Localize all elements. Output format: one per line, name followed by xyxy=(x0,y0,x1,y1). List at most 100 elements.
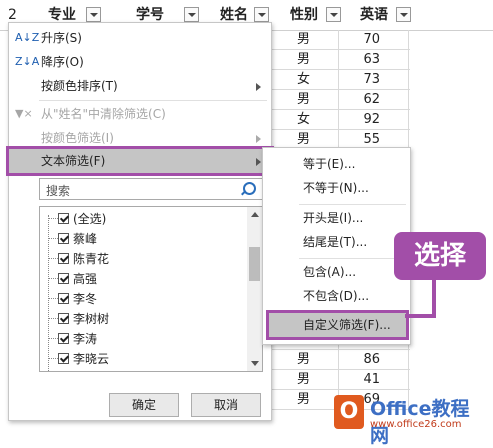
header-english: 英语 xyxy=(360,7,388,23)
watermark: O Office教程网 www.office26.com xyxy=(328,392,488,447)
filter-dropdown-major[interactable] xyxy=(86,7,101,22)
tree-branch xyxy=(48,298,58,299)
filter-dropdown-name[interactable] xyxy=(254,7,269,22)
english-cell[interactable]: 62 xyxy=(339,90,409,109)
clear-filter-label: 从"姓名"中清除筛选(C) xyxy=(41,107,166,121)
ok-button[interactable]: 确定 xyxy=(109,393,179,417)
gender-cell[interactable]: 女 xyxy=(269,70,339,89)
sort-descending-item[interactable]: Z↓A 降序(O) xyxy=(9,50,271,74)
scroll-thumb[interactable] xyxy=(249,247,260,281)
english-cell[interactable]: 41 xyxy=(339,370,409,389)
callout-connector xyxy=(432,280,436,318)
gender-cell[interactable]: 男 xyxy=(269,90,339,109)
tree-branch xyxy=(48,318,58,319)
submenu-arrow-icon xyxy=(256,135,261,143)
menu-separator xyxy=(39,100,267,101)
sort-ascending-item[interactable]: A↓Z 升序(S) xyxy=(9,26,271,50)
table-row: 女 92 xyxy=(269,110,410,130)
watermark-url: www.office26.com xyxy=(370,419,462,430)
sort-by-color-item[interactable]: 按颜色排序(T) xyxy=(9,74,271,98)
submenu-label: 等于(E)... xyxy=(303,157,356,171)
filter-by-color-label: 按颜色筛选(I) xyxy=(41,131,114,145)
submenu-label: 自定义筛选(F)... xyxy=(303,318,391,332)
sort-by-color-label: 按颜色排序(T) xyxy=(41,79,118,93)
scroll-up-icon[interactable] xyxy=(251,212,259,217)
submenu-arrow-icon xyxy=(256,158,261,166)
submenu-separator xyxy=(299,204,406,205)
submenu-item-not-contains[interactable]: 不包含(D)... xyxy=(263,284,410,308)
checkbox[interactable] xyxy=(58,233,69,244)
sort-desc-icon: Z↓A xyxy=(15,55,40,68)
filter-by-color-item: 按颜色筛选(I) xyxy=(9,126,271,150)
gender-cell[interactable]: 女 xyxy=(269,110,339,129)
search-placeholder: 搜索 xyxy=(46,184,71,198)
submenu-item-not-equals[interactable]: 不等于(N)... xyxy=(263,176,410,200)
gender-cell[interactable]: 男 xyxy=(269,370,339,389)
checkbox[interactable] xyxy=(58,273,69,284)
submenu-item-equals[interactable]: 等于(E)... xyxy=(263,152,410,176)
submenu-label: 包含(A)... xyxy=(303,265,357,279)
text-filter-item[interactable]: 文本筛选(F) xyxy=(6,146,274,176)
list-scrollbar[interactable] xyxy=(247,207,262,371)
checkbox[interactable] xyxy=(58,353,69,364)
submenu-label: 不包含(D)... xyxy=(303,289,370,303)
tree-branch xyxy=(48,278,58,279)
list-item-label: 李涛 xyxy=(73,332,98,346)
english-cell[interactable]: 73 xyxy=(339,70,409,89)
list-item-label: 高强 xyxy=(73,272,98,286)
scroll-down-icon[interactable] xyxy=(251,361,259,366)
submenu-item-contains[interactable]: 包含(A)... xyxy=(263,260,410,284)
list-item-label: 陈青花 xyxy=(73,252,110,266)
checkbox[interactable] xyxy=(58,213,69,224)
filter-menu: A↓Z 升序(S) Z↓A 降序(O) 按颜色排序(T) ▼× 从"姓名"中清除… xyxy=(6,22,274,421)
cancel-button[interactable]: 取消 xyxy=(191,393,261,417)
gender-cell[interactable]: 男 xyxy=(269,50,339,69)
tree-branch xyxy=(48,238,58,239)
list-item-label: 蔡峰 xyxy=(73,232,98,246)
filter-dropdown-gender[interactable] xyxy=(326,7,341,22)
filter-dropdown-student-id[interactable] xyxy=(184,7,199,22)
submenu-item-ends-with[interactable]: 结尾是(T)... xyxy=(263,230,410,254)
table-row: 女 73 xyxy=(269,70,410,90)
list-item-label: 李冬 xyxy=(73,292,98,306)
table-row: 男 41 xyxy=(269,370,410,390)
english-cell[interactable]: 86 xyxy=(339,350,409,369)
text-filter-submenu: 等于(E)... 不等于(N)... 开头是(I)... 结尾是(T)... 包… xyxy=(262,147,411,345)
english-cell[interactable]: 70 xyxy=(339,30,409,49)
table-row: 男 62 xyxy=(269,90,410,110)
value-list[interactable]: (全选) 蔡峰陈青花高强李冬李树树李涛李晓云李泽 xyxy=(39,206,263,372)
text-filter-label: 文本筛选(F) xyxy=(41,154,106,168)
callout-connector xyxy=(405,314,436,318)
callout-select: 选择 xyxy=(394,232,486,280)
filter-dropdown-english[interactable] xyxy=(396,7,411,22)
list-item-label: 李晓云 xyxy=(73,352,110,366)
submenu-separator xyxy=(299,258,406,259)
tree-branch xyxy=(48,358,58,359)
submenu-separator xyxy=(299,310,406,311)
checkbox[interactable] xyxy=(58,313,69,324)
sort-descending-label: 降序(O) xyxy=(41,55,84,69)
checkbox[interactable] xyxy=(58,333,69,344)
header-gender: 性别 xyxy=(290,7,318,23)
search-icon[interactable] xyxy=(243,182,256,195)
clear-filter-icon: ▼× xyxy=(15,107,33,120)
tree-branch xyxy=(48,258,58,259)
english-cell[interactable]: 63 xyxy=(339,50,409,69)
submenu-label: 结尾是(T)... xyxy=(303,235,368,249)
list-item-label: 李泽 xyxy=(73,369,97,371)
tree-branch xyxy=(48,338,58,339)
submenu-label: 不等于(N)... xyxy=(303,181,369,195)
search-box[interactable]: 搜索 xyxy=(39,178,263,200)
table-row: 男 70 xyxy=(269,30,410,50)
gender-cell[interactable]: 男 xyxy=(269,350,339,369)
table-row: 男 63 xyxy=(269,50,410,70)
checkbox[interactable] xyxy=(58,253,69,264)
checkbox[interactable] xyxy=(58,293,69,304)
english-cell[interactable]: 92 xyxy=(339,110,409,129)
submenu-item-custom-filter[interactable]: 自定义筛选(F)... xyxy=(266,310,409,340)
table-row: 男 86 xyxy=(269,350,410,370)
list-item-label: 李树树 xyxy=(73,312,110,326)
submenu-item-begins-with[interactable]: 开头是(I)... xyxy=(263,206,410,230)
sort-asc-icon: A↓Z xyxy=(15,31,40,44)
gender-cell[interactable]: 男 xyxy=(269,30,339,49)
